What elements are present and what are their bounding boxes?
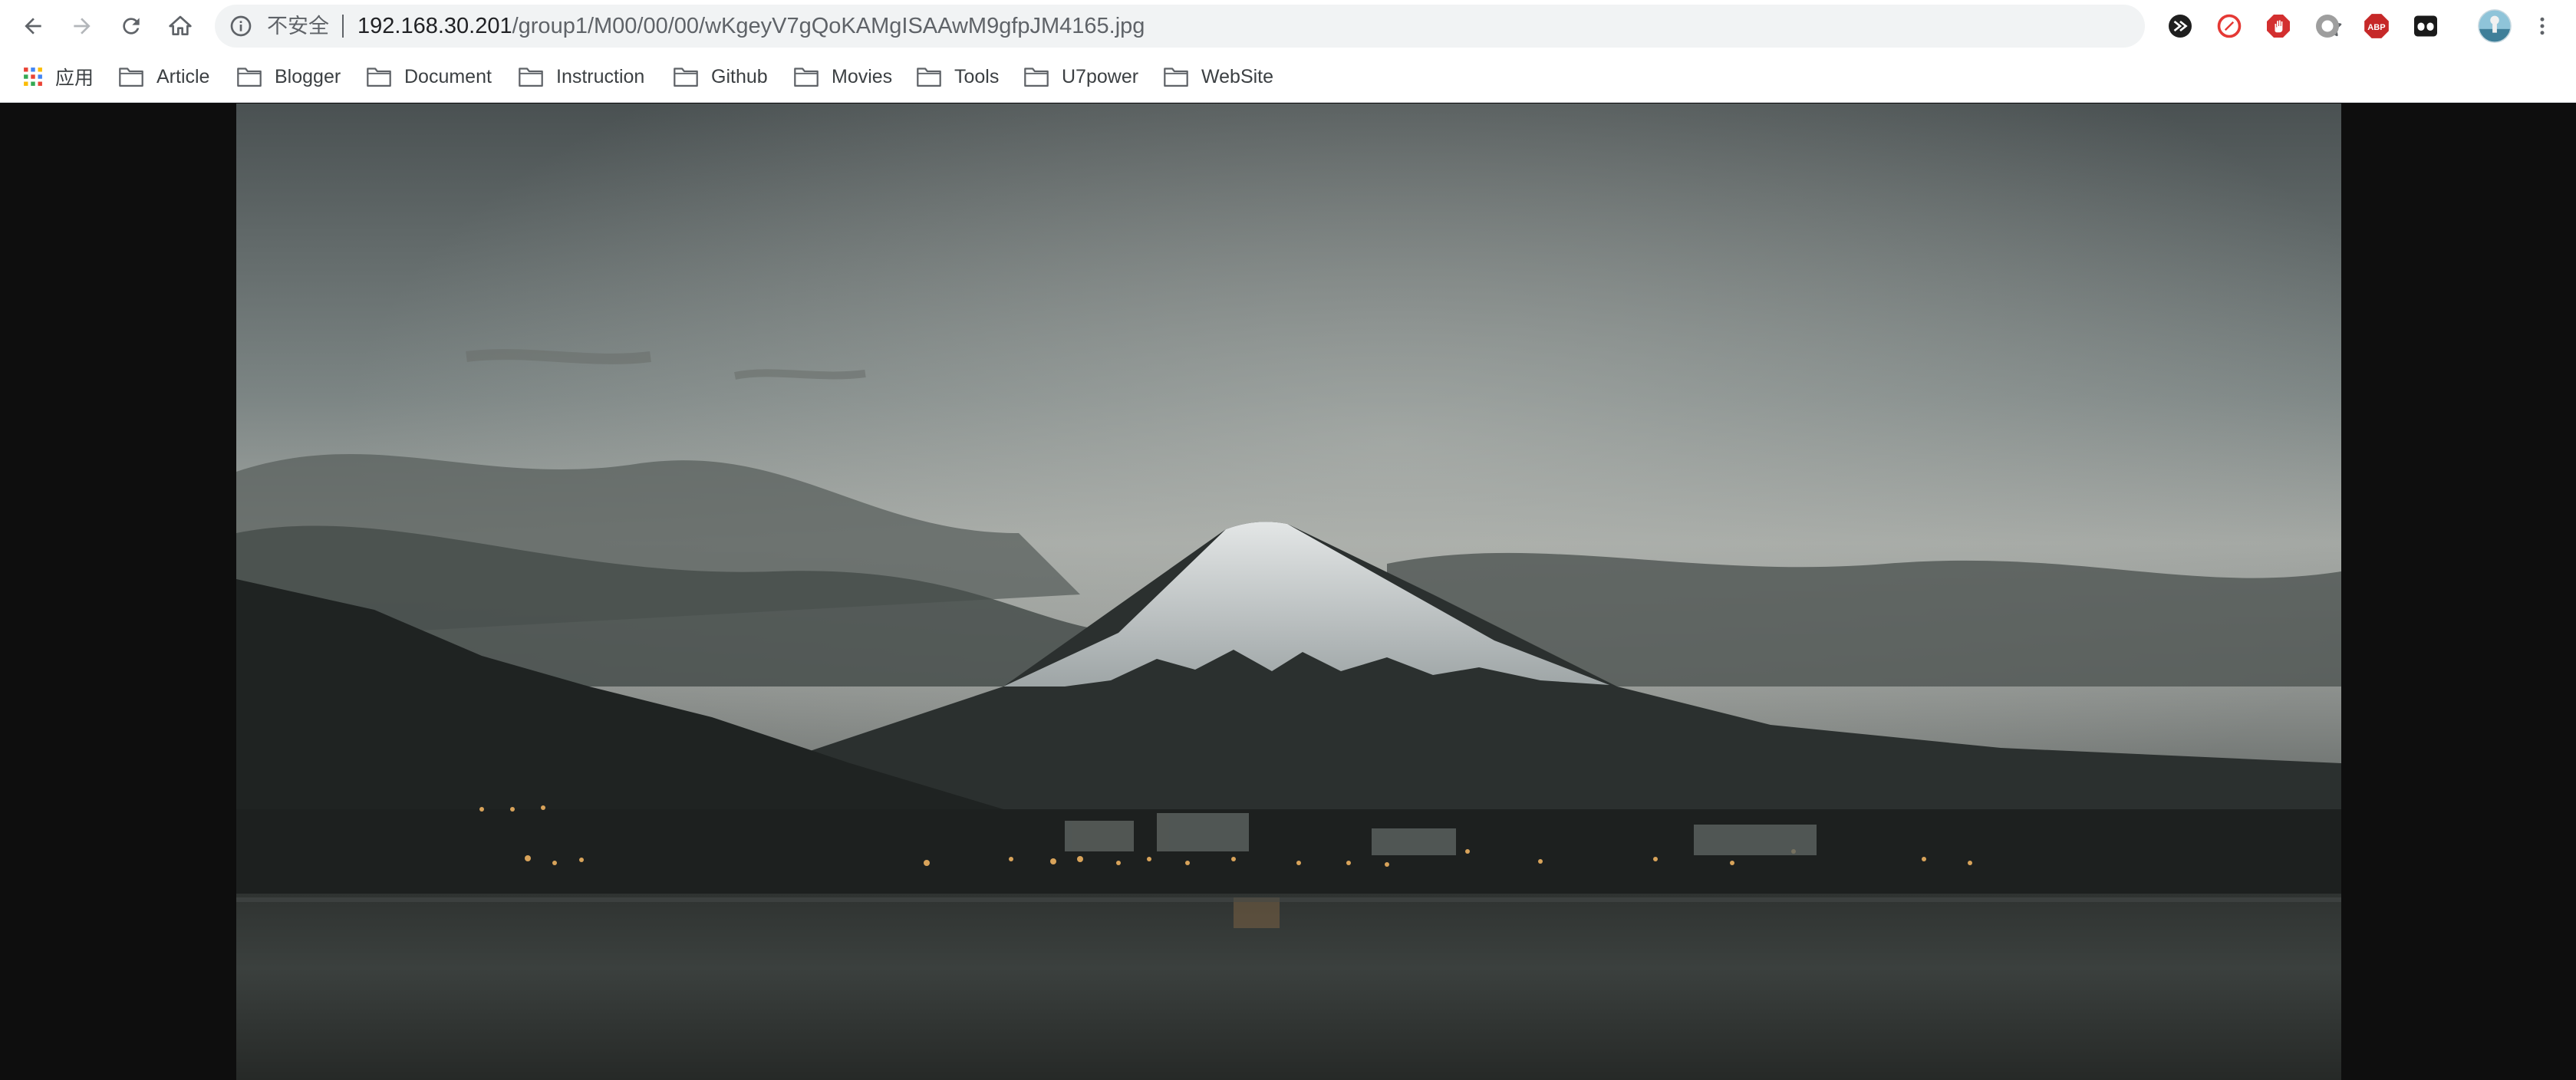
folder-icon	[519, 68, 543, 87]
bookmark-label: Document	[404, 65, 492, 87]
bookmark-folder-blogger[interactable]: Blogger	[236, 52, 341, 101]
adblock-plus-icon[interactable]: ABP	[2361, 11, 2392, 41]
back-button[interactable]	[13, 6, 53, 46]
arrow-left-icon	[25, 18, 41, 35]
url-text[interactable]: 192.168.30.201/group1/M00/00/00/wKgeyV7g…	[357, 5, 1145, 48]
bookmark-folder-u7power[interactable]: U7power	[1023, 52, 1138, 101]
folder-icon	[367, 68, 391, 87]
folder-icon	[674, 68, 698, 87]
url-path: /group1/M00/00/00/wKgeyV7gQoKAMgISAAwM9g…	[512, 14, 1145, 38]
bookmark-label: U7power	[1062, 65, 1139, 87]
folder-icon	[237, 68, 262, 87]
bookmark-label: Movies	[832, 65, 893, 87]
gray-circle-extension-icon[interactable]	[2312, 11, 2343, 41]
bookmark-folder-movies[interactable]: Movies	[793, 52, 892, 101]
bookmark-folder-website[interactable]: WebSite	[1163, 52, 1273, 101]
home-icon	[169, 15, 192, 35]
bookmark-label: WebSite	[1201, 65, 1274, 87]
reload-icon	[123, 18, 140, 35]
home-button[interactable]	[160, 6, 200, 46]
browser-toolbar: 不安全 192.168.30.201/group1/M00/00/00/wKge…	[0, 0, 2576, 52]
adblock-plus-label: ABP	[2367, 23, 2386, 32]
bookmark-label: Tools	[954, 65, 1000, 87]
info-icon[interactable]	[229, 14, 253, 38]
folder-icon	[794, 68, 819, 87]
bookmark-label: 应用	[55, 68, 94, 89]
mount-fuji-photo[interactable]	[236, 104, 2341, 1080]
bookmark-label: Blogger	[275, 65, 341, 87]
bookmark-label: Instruction	[556, 65, 645, 87]
folder-icon	[1024, 68, 1049, 87]
forward-button[interactable]	[62, 6, 102, 46]
bookmark-folder-instruction[interactable]: Instruction	[518, 52, 644, 101]
security-label[interactable]: 不安全	[267, 5, 329, 48]
folder-icon	[119, 68, 143, 87]
bookmark-apps[interactable]: 应用	[23, 52, 94, 101]
arrow-right-icon	[74, 18, 91, 35]
bookmark-folder-tools[interactable]: Tools	[916, 52, 999, 101]
folder-icon	[917, 68, 941, 87]
bookmark-label: Github	[711, 65, 768, 87]
bookmark-folder-article[interactable]: Article	[118, 52, 209, 101]
red-compass-extension-icon[interactable]	[2214, 11, 2245, 41]
red-hand-extension-icon[interactable]	[2263, 11, 2294, 41]
url-host: 192.168.30.201	[357, 14, 512, 38]
user-avatar[interactable]	[2476, 8, 2513, 44]
bookmarks-bar: 应用 Article Blogger Document Instruction …	[0, 52, 2576, 103]
security-divider	[342, 15, 344, 38]
black-mask-extension-icon[interactable]	[2410, 11, 2441, 41]
bookmark-label: Article	[156, 65, 210, 87]
folder-icon	[1164, 68, 1188, 87]
more-vertical-icon[interactable]	[2527, 11, 2558, 41]
bookmark-folder-github[interactable]: Github	[673, 52, 768, 101]
reload-button[interactable]	[111, 6, 151, 46]
bookmark-folder-document[interactable]: Document	[366, 52, 492, 101]
address-bar[interactable]: 不安全 192.168.30.201/group1/M00/00/00/wKge…	[215, 5, 2342, 48]
image-viewer	[0, 104, 2576, 1080]
shield-extension-icon[interactable]	[2165, 11, 2196, 41]
apps-grid-icon	[24, 68, 42, 86]
